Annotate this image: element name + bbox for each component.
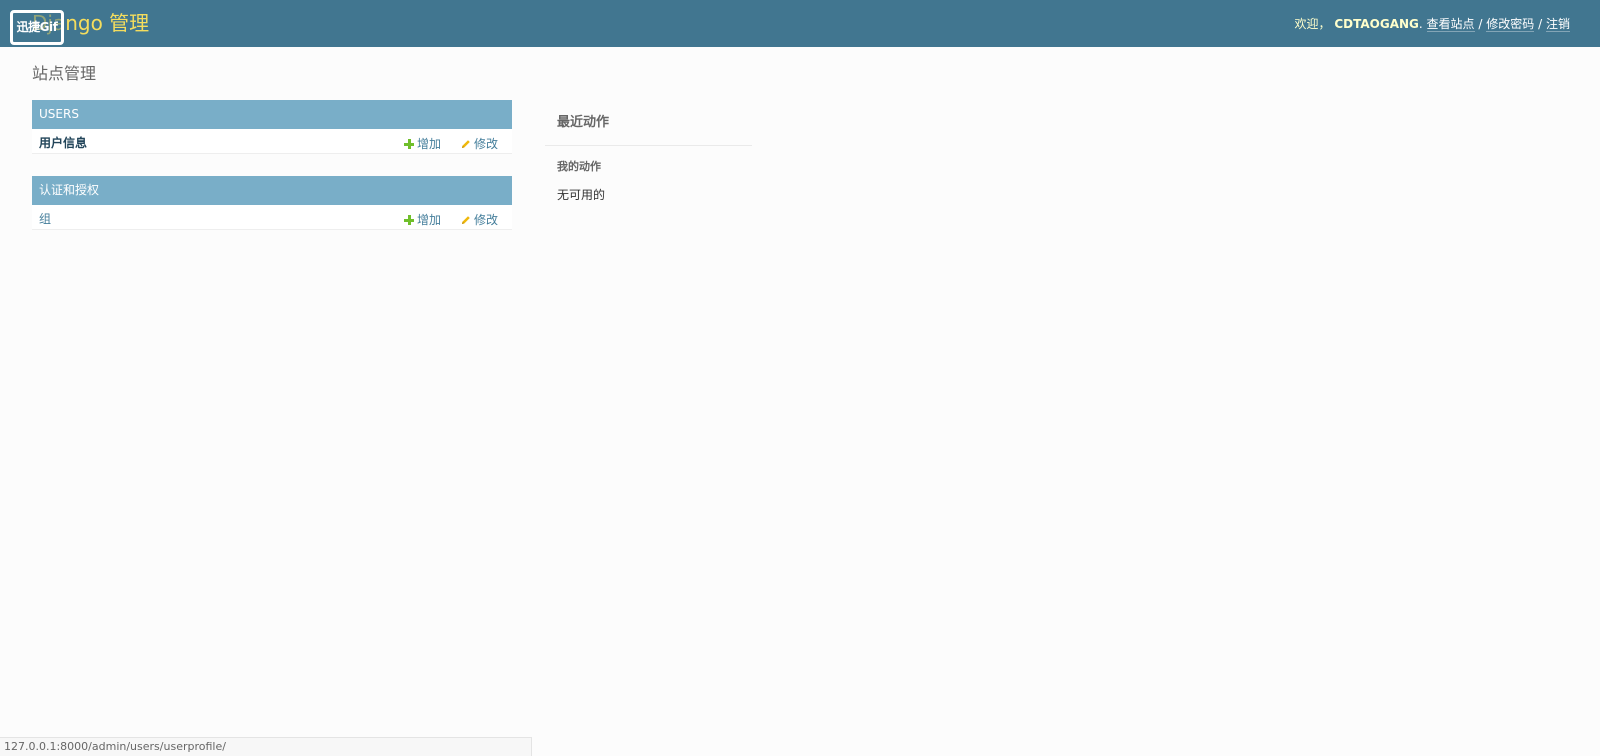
add-label: 增加 bbox=[417, 213, 442, 227]
my-actions-title: 我的动作 bbox=[557, 160, 601, 173]
app-caption-auth[interactable]: 认证和授权 bbox=[32, 176, 512, 205]
page-title: 站点管理 bbox=[32, 64, 97, 83]
change-userprofile-link[interactable]: 修改 bbox=[461, 135, 498, 152]
header-bar: Django 管理 迅捷Gif 欢迎， CDTAOGANG. 查看站点 / 修改… bbox=[0, 0, 1600, 47]
app-module-auth: 认证和授权 组 增加 修改 bbox=[32, 176, 512, 230]
pencil-icon bbox=[462, 216, 470, 224]
change-group-link[interactable]: 修改 bbox=[461, 211, 498, 228]
model-row-group: 组 增加 修改 bbox=[32, 205, 512, 230]
recent-actions-title: 最近动作 bbox=[545, 110, 752, 146]
pencil-icon bbox=[462, 140, 470, 148]
add-icon bbox=[404, 139, 414, 149]
no-actions-text: 无可用的 bbox=[557, 188, 606, 202]
view-site-link[interactable]: 查看站点 bbox=[1426, 17, 1475, 32]
model-row-userprofile: 用户信息 增加 修改 bbox=[32, 129, 512, 154]
recent-actions-module: 最近动作 我的动作 无可用的 bbox=[545, 110, 752, 202]
separator: / bbox=[1478, 17, 1483, 31]
app-caption-users[interactable]: USERS bbox=[32, 100, 512, 129]
username: CDTAOGANG bbox=[1334, 17, 1419, 31]
change-label: 修改 bbox=[474, 137, 499, 151]
add-label: 增加 bbox=[417, 137, 442, 151]
welcome-text: 欢迎， bbox=[1294, 17, 1331, 31]
model-link-group[interactable]: 组 bbox=[39, 210, 51, 227]
add-userprofile-link[interactable]: 增加 bbox=[404, 135, 441, 152]
logout-link[interactable]: 注销 bbox=[1545, 17, 1570, 32]
browser-status-bar: 127.0.0.1:8000/admin/users/userprofile/ bbox=[0, 737, 532, 756]
add-group-link[interactable]: 增加 bbox=[404, 211, 441, 228]
change-label: 修改 bbox=[474, 213, 499, 227]
gif-watermark-badge: 迅捷Gif bbox=[10, 10, 64, 45]
app-module-users: USERS 用户信息 增加 修改 bbox=[32, 100, 512, 154]
change-password-link[interactable]: 修改密码 bbox=[1486, 17, 1535, 32]
add-icon bbox=[404, 215, 414, 225]
user-tools: 欢迎， CDTAOGANG. 查看站点 / 修改密码 / 注销 bbox=[1294, 17, 1570, 32]
separator: / bbox=[1538, 17, 1543, 31]
model-link-userprofile[interactable]: 用户信息 bbox=[39, 134, 87, 151]
